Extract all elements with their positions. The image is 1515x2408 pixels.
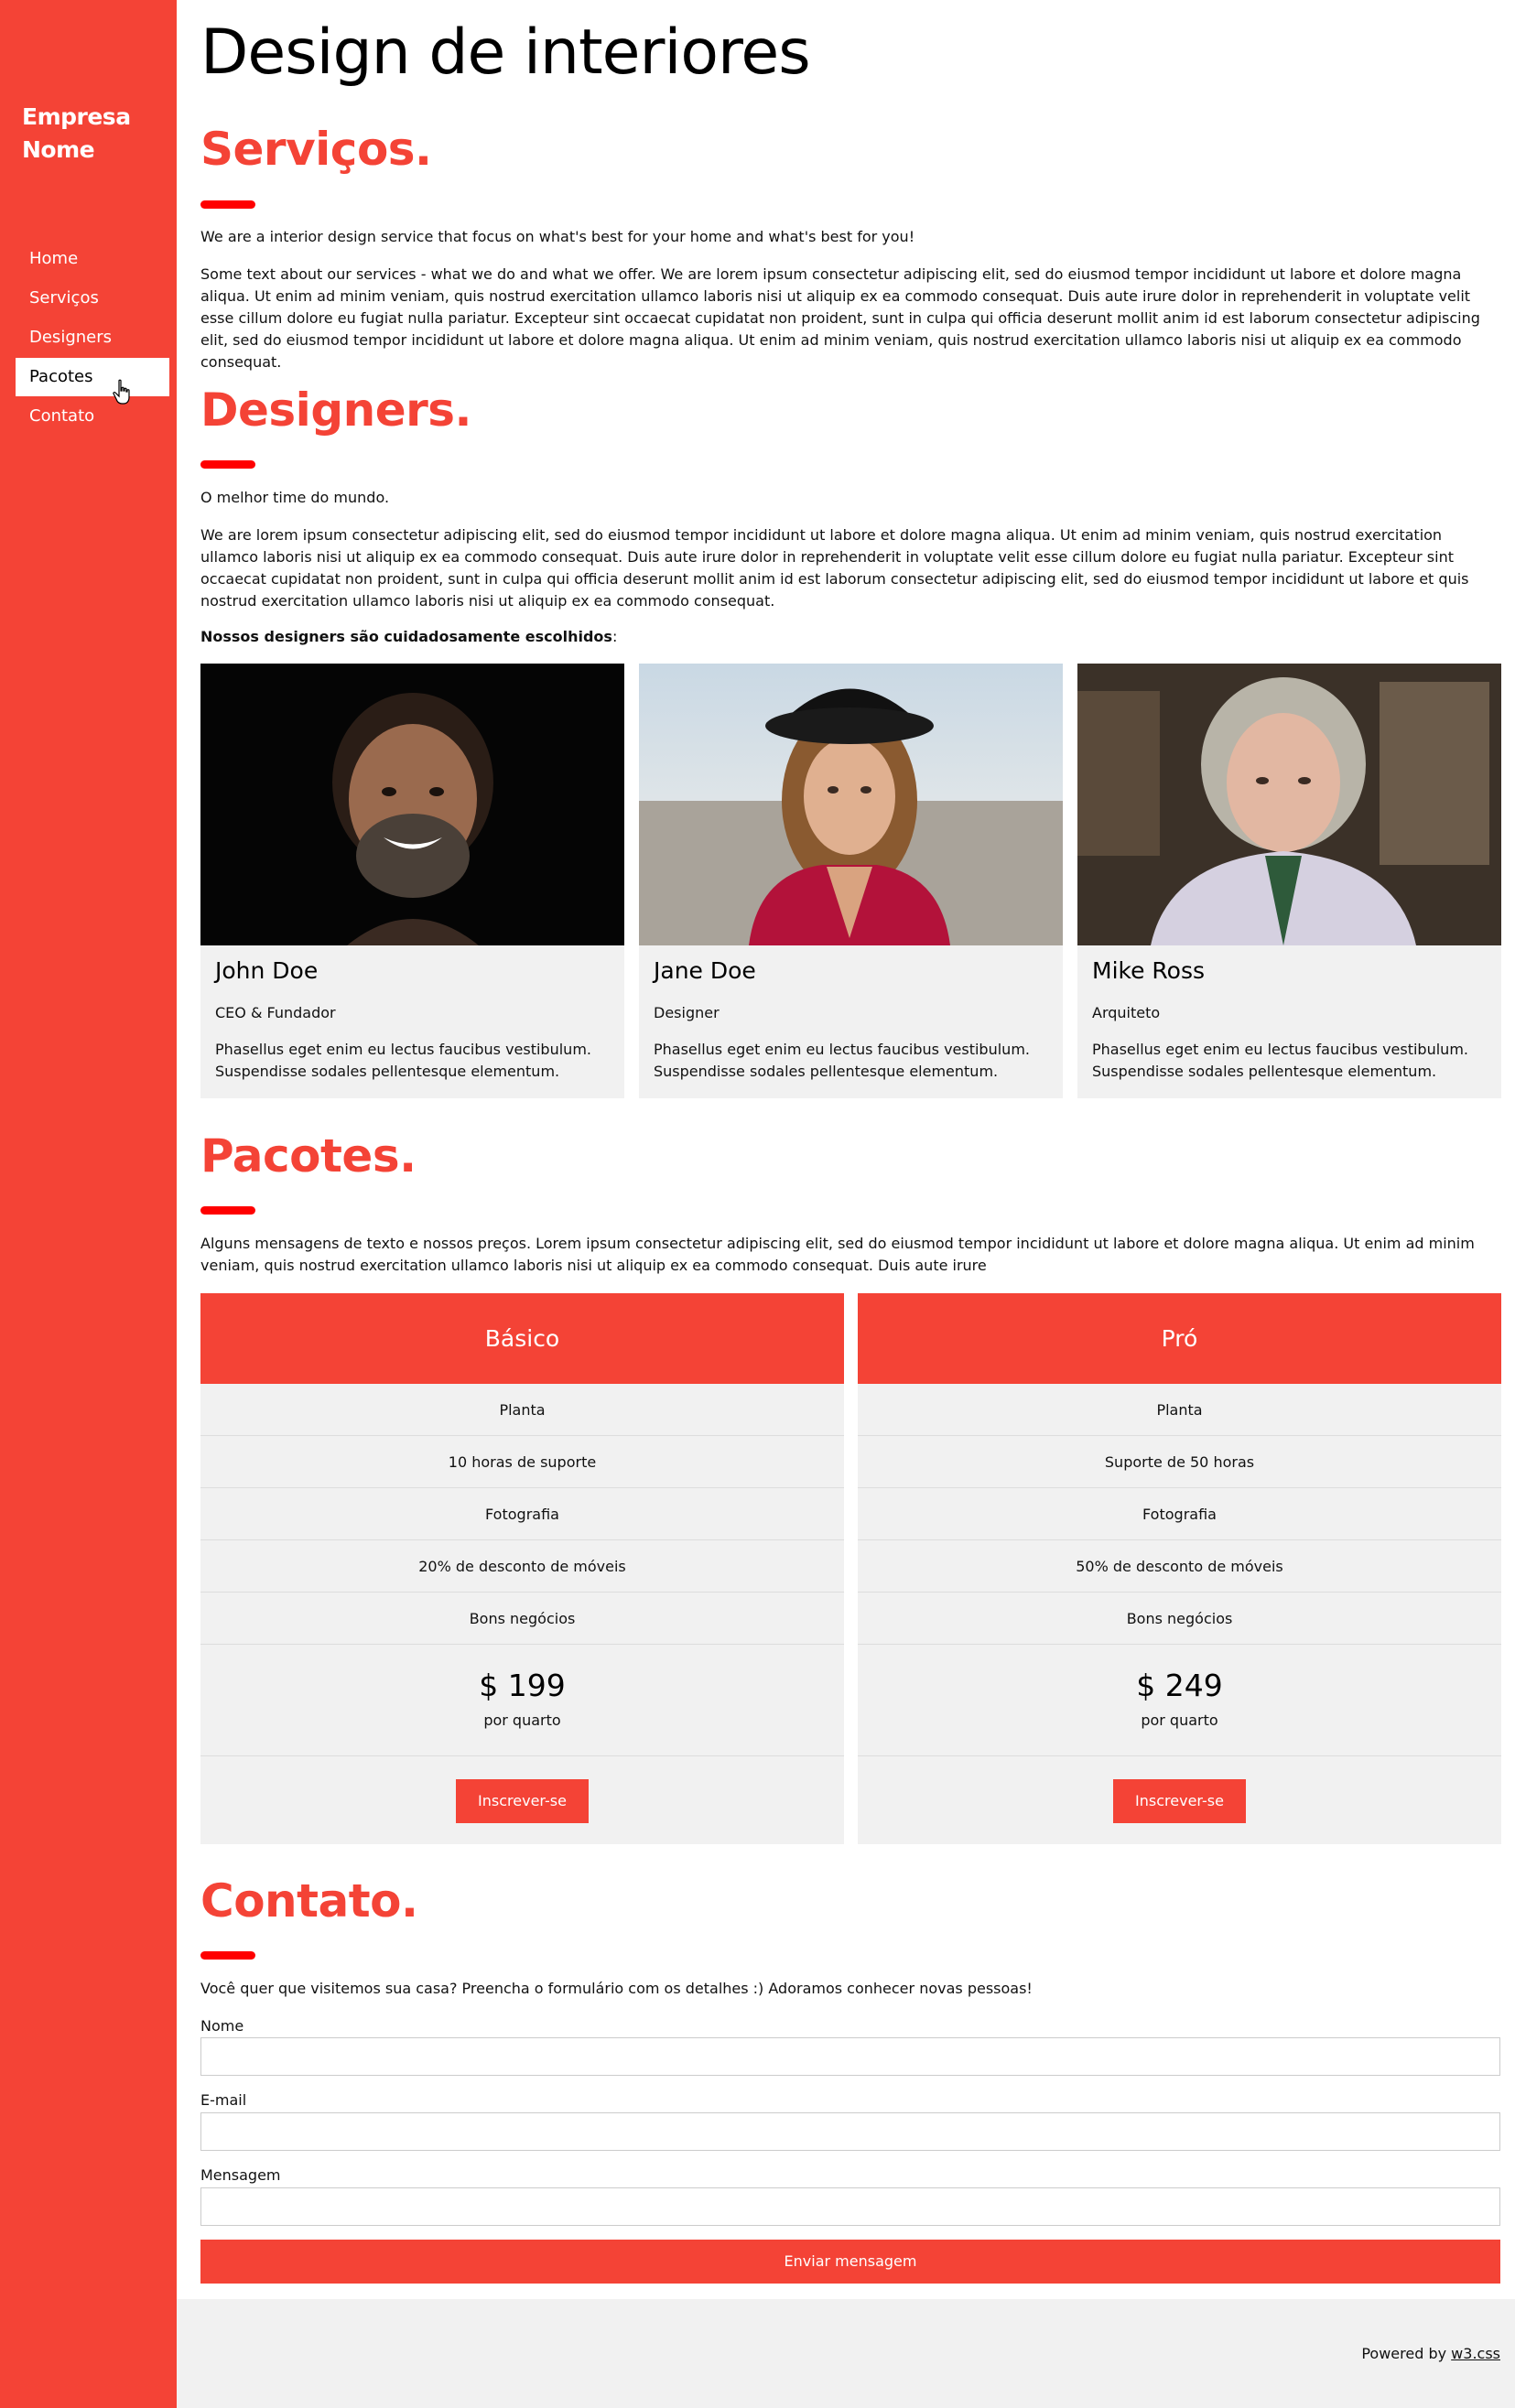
w3css-link[interactable]: w3.css — [1451, 2345, 1500, 2362]
hand-pointer-icon — [113, 379, 130, 405]
plan-price-block: $ 249 por quarto — [858, 1645, 1501, 1756]
designer-name: Mike Ross — [1092, 957, 1206, 984]
sidebar-item-designers[interactable]: Designers — [16, 319, 169, 357]
plan-feature: Fotografia — [200, 1488, 844, 1540]
brand-line-2: Nome — [22, 136, 95, 163]
plan-feature: 50% de desconto de móveis — [858, 1540, 1501, 1593]
sidebar-item-pacotes[interactable]: Pacotes — [16, 358, 169, 396]
name-field[interactable] — [200, 2037, 1500, 2076]
sidebar-item-home[interactable]: Home — [16, 240, 169, 278]
plan-feature: Suporte de 50 horas — [858, 1436, 1501, 1488]
send-message-button[interactable]: Enviar mensagem — [200, 2240, 1500, 2284]
pricing-table: Básico Planta 10 horas de suporte Fotogr… — [200, 1293, 844, 1844]
designer-photo — [639, 664, 1063, 945]
designer-card: Mike Ross Arquiteto Phasellus eget enim … — [1077, 664, 1501, 1098]
plan-feature: Planta — [858, 1384, 1501, 1436]
designer-role: CEO & Fundador — [215, 1004, 336, 1021]
page-title: Design de interiores — [200, 16, 811, 89]
brand-line-1: Empresa — [22, 103, 131, 130]
email-label: E-mail — [200, 2091, 247, 2109]
plan-footer: Inscrever-se — [200, 1756, 844, 1844]
designer-card: John Doe CEO & Fundador Phasellus eget e… — [200, 664, 624, 1098]
brand-logo[interactable]: Empresa Nome — [22, 101, 131, 167]
sidebar-nav: Home Serviços Designers Pacotes Contato — [16, 240, 169, 437]
designers-lead-colon: : — [611, 628, 618, 645]
sidebar-item-contato[interactable]: Contato — [16, 397, 169, 436]
plan-name: Pró — [858, 1293, 1501, 1384]
plan-feature: Bons negócios — [858, 1593, 1501, 1645]
plan-feature: 10 horas de suporte — [200, 1436, 844, 1488]
plan-price: $ 199 — [479, 1668, 566, 1703]
designer-photo — [1077, 664, 1501, 945]
plan-name: Básico — [200, 1293, 844, 1384]
email-field[interactable] — [200, 2112, 1500, 2151]
section-divider — [200, 460, 255, 469]
subscribe-button[interactable]: Inscrever-se — [1113, 1779, 1246, 1823]
services-heading: Serviços. — [200, 123, 432, 176]
designer-description: Phasellus eget enim eu lectus faucibus v… — [215, 1041, 591, 1080]
designers-intro: O melhor time do mundo. — [200, 489, 390, 506]
section-divider — [200, 200, 255, 209]
designer-role: Designer — [654, 1004, 720, 1021]
footer-credit: Powered by w3.css — [1361, 2345, 1500, 2362]
designer-role: Arquiteto — [1092, 1004, 1161, 1021]
plan-feature: 20% de desconto de móveis — [200, 1540, 844, 1593]
designers-body: We are lorem ipsum consectetur adipiscin… — [200, 526, 1469, 610]
contact-heading: Contato. — [200, 1874, 418, 1927]
packages-heading: Pacotes. — [200, 1129, 417, 1182]
footer-prefix: Powered by — [1361, 2345, 1447, 2362]
plan-price-block: $ 199 por quarto — [200, 1645, 844, 1756]
designer-description: Phasellus eget enim eu lectus faucibus v… — [1092, 1041, 1468, 1080]
designers-lead: Nossos designers são cuidadosamente esco… — [200, 626, 1500, 648]
message-label: Mensagem — [200, 2166, 281, 2184]
plan-feature: Bons negócios — [200, 1593, 844, 1645]
section-divider — [200, 1951, 255, 1960]
section-divider — [200, 1206, 255, 1215]
contact-intro: Você quer que visitemos sua casa? Preenc… — [200, 1980, 1033, 1997]
designer-name: Jane Doe — [654, 957, 756, 984]
plan-price-unit: por quarto — [1141, 1712, 1218, 1729]
sidebar-item-servicos[interactable]: Serviços — [16, 279, 169, 318]
pricing-table: Pró Planta Suporte de 50 horas Fotografi… — [858, 1293, 1501, 1844]
plan-feature: Fotografia — [858, 1488, 1501, 1540]
message-field[interactable] — [200, 2187, 1500, 2226]
packages-body: Alguns mensagens de texto e nossos preço… — [200, 1235, 1475, 1274]
sidebar: Empresa Nome Home Serviços Designers Pac… — [0, 0, 177, 2408]
designer-name: John Doe — [215, 957, 319, 984]
plan-footer: Inscrever-se — [858, 1756, 1501, 1844]
footer: Powered by w3.css — [177, 2299, 1515, 2408]
designers-heading: Designers. — [200, 383, 472, 437]
designers-lead-bold: Nossos designers são cuidadosamente esco… — [200, 628, 612, 645]
name-label: Nome — [200, 2017, 244, 2035]
subscribe-button[interactable]: Inscrever-se — [456, 1779, 589, 1823]
plan-price: $ 249 — [1136, 1668, 1223, 1703]
designer-photo — [200, 664, 624, 945]
services-body: Some text about our services - what we d… — [200, 265, 1480, 371]
plan-feature: Planta — [200, 1384, 844, 1436]
services-intro: We are a interior design service that fo… — [200, 228, 915, 245]
plan-price-unit: por quarto — [483, 1712, 561, 1729]
designer-description: Phasellus eget enim eu lectus faucibus v… — [654, 1041, 1030, 1080]
designer-card: Jane Doe Designer Phasellus eget enim eu… — [639, 664, 1063, 1098]
